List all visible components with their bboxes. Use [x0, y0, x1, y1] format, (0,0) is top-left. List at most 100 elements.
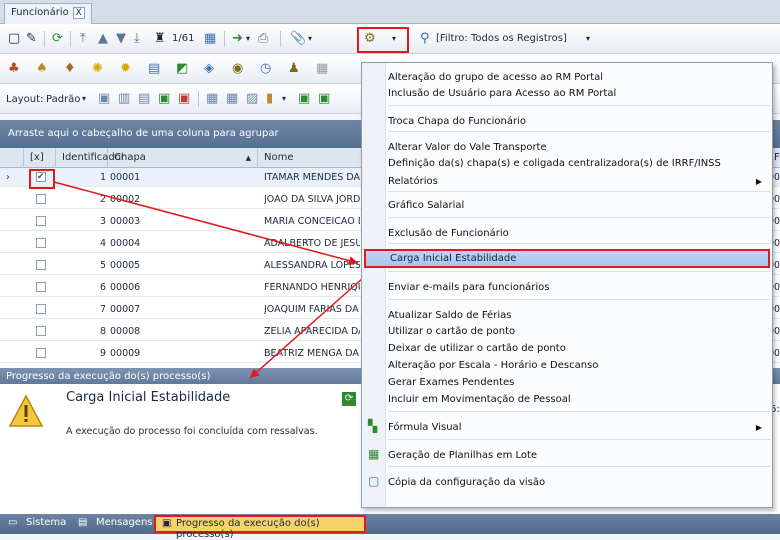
menu-item-vale-transporte[interactable]: Alterar Valor do Vale Transporte: [388, 139, 768, 156]
row-checkbox[interactable]: [36, 238, 46, 248]
collapse-icon[interactable]: ▣: [178, 91, 190, 107]
status-mensagens[interactable]: Mensagens: [96, 517, 153, 528]
last-record-icon[interactable]: ⤓: [134, 31, 140, 47]
expand-icon[interactable]: ▣: [158, 91, 170, 107]
new-record-icon[interactable]: ▢: [8, 31, 20, 47]
status-progresso: Progresso da execução do(s) processo(s): [176, 518, 320, 540]
filter-icon[interactable]: ⚲: [420, 31, 430, 47]
row-indicator-icon: [6, 278, 18, 297]
menu-item-deixar-cartao[interactable]: Deixar de utilizar o cartão de ponto: [388, 340, 768, 357]
export-dropdown-icon[interactable]: ▾: [246, 31, 250, 47]
layout-dropdown[interactable]: Padrão: [46, 94, 80, 105]
cell-chapa: 00004: [110, 238, 141, 249]
menu-item-label: Cópia da configuração da visão: [388, 477, 546, 488]
submenu-arrow-icon: ▶: [755, 177, 762, 186]
filter-dropdown[interactable]: [Filtro: Todos os Registros]: [436, 33, 567, 44]
cell-chapa: 00003: [110, 216, 141, 227]
row-checkbox[interactable]: [36, 304, 46, 314]
row-checkbox[interactable]: [36, 216, 46, 226]
menu-item-carga-inicial-estabilidade[interactable]: Carga Inicial Estabilidade: [364, 249, 770, 268]
row-indicator-icon: [6, 300, 18, 319]
menu-item-relatorios[interactable]: Relatórios ▶: [388, 173, 768, 190]
chart-dropdown-icon[interactable]: ▾: [282, 91, 286, 107]
edit-icon[interactable]: ✎: [26, 31, 37, 47]
row-checkbox[interactable]: [36, 194, 46, 204]
menu-item-definicao-chapas[interactable]: Definição da(s) chapa(s) e coligada cent…: [388, 155, 768, 172]
row-checkbox[interactable]: [36, 172, 46, 182]
row-indicator-icon: [6, 190, 18, 209]
menu-item-label: Fórmula Visual: [388, 422, 462, 433]
menu-separator: [388, 411, 770, 412]
toolbar-navigation: ▢ ✎ ⟳ ⤒ ▲ ▼ ⤓ ♜ 1/61 ▦ ➜ ▾ ⎙ 📎 ▾ ⚙ ▾ ⚲ […: [0, 24, 780, 54]
map-icon[interactable]: ◈: [204, 61, 214, 77]
refresh-icon[interactable]: ⟳: [52, 31, 63, 47]
menu-item-alterar-grupo-acesso[interactable]: Alteração do grupo de acesso ao RM Porta…: [388, 69, 768, 86]
sun-icon[interactable]: ✺: [92, 61, 103, 77]
people-icon[interactable]: ♣: [8, 61, 20, 77]
row-checkbox[interactable]: [36, 282, 46, 292]
person-icon[interactable]: ♟: [288, 61, 300, 77]
row-checkbox[interactable]: [36, 348, 46, 358]
menu-item-copia-configuracao[interactable]: Cópia da configuração da visão: [388, 474, 768, 491]
menu-item-movimentacao-pessoal[interactable]: Incluir em Movimentação de Pessoal: [388, 391, 768, 408]
attachment-icon[interactable]: 📎: [290, 31, 306, 47]
rows-icon[interactable]: ▤: [138, 91, 150, 107]
clock-icon[interactable]: ◷: [260, 61, 271, 77]
column-identificador[interactable]: Identificador: [56, 148, 125, 168]
image-icon[interactable]: ▨: [246, 91, 258, 107]
menu-item-planilhas-lote[interactable]: Geração de Planilhas em Lote: [388, 447, 768, 464]
previous-record-icon[interactable]: ▲: [98, 31, 108, 47]
layout-dropdown-icon[interactable]: ▾: [82, 91, 86, 107]
column-nome[interactable]: Nome: [258, 148, 362, 168]
menu-item-exclusao-funcionario[interactable]: Exclusão de Funcionário: [388, 225, 768, 242]
view-icon[interactable]: ▣: [298, 91, 310, 107]
cell-identificador: 7: [99, 304, 106, 315]
grid-icon[interactable]: ▦: [316, 61, 328, 77]
sum-icon[interactable]: ▦: [206, 91, 218, 107]
status-sistema[interactable]: Sistema: [26, 517, 66, 528]
first-record-icon[interactable]: ⤒: [80, 31, 86, 47]
menu-item-label: Carga Inicial Estabilidade: [390, 253, 517, 264]
find-icon[interactable]: ♜: [154, 31, 166, 47]
menu-item-inclusao-usuario[interactable]: Inclusão de Usuário para Acesso ao RM Po…: [388, 85, 768, 102]
menu-separator: [388, 217, 770, 218]
bar-chart-icon[interactable]: ▮: [266, 91, 273, 107]
menu-item-troca-chapa[interactable]: Troca Chapa do Funcionário: [388, 113, 768, 130]
refresh-progress-icon[interactable]: ⟳: [342, 392, 356, 406]
next-record-icon[interactable]: ▼: [116, 31, 126, 47]
close-icon[interactable]: X: [72, 7, 85, 19]
menu-item-grafico-salarial[interactable]: Gráfico Salarial: [388, 197, 768, 214]
star-icon[interactable]: ✹: [120, 61, 131, 77]
filter-dropdown-icon[interactable]: ▾: [586, 31, 590, 47]
menu-separator: [388, 243, 770, 244]
formula-icon[interactable]: ▦: [226, 91, 238, 107]
print-icon[interactable]: ⎙: [258, 31, 268, 47]
attachment-dropdown-icon[interactable]: ▾: [308, 31, 312, 47]
menu-item-alteracao-escala[interactable]: Alteração por Escala - Horário e Descans…: [388, 357, 768, 374]
book-icon[interactable]: ▤: [148, 61, 160, 77]
group-icon[interactable]: ♠: [36, 61, 48, 77]
row-checkbox[interactable]: [36, 326, 46, 336]
users-icon[interactable]: ◉: [232, 61, 243, 77]
layout-save-icon[interactable]: ▣: [98, 91, 110, 107]
column-chapa[interactable]: Chapa ▲: [108, 148, 258, 168]
menu-item-label: Utilizar o cartão de ponto: [388, 326, 516, 337]
tab-funcionario[interactable]: Funcionário X: [4, 3, 92, 24]
view-alt-icon[interactable]: ▣: [318, 91, 330, 107]
menu-item-enviar-emails[interactable]: Enviar e-mails para funcionários: [388, 279, 768, 296]
menu-item-exames-pendentes[interactable]: Gerar Exames Pendentes: [388, 374, 768, 391]
calendar-icon[interactable]: ▦: [204, 31, 216, 47]
chart-icon[interactable]: ◩: [176, 61, 188, 77]
team-icon[interactable]: ♦: [64, 61, 76, 77]
column-check[interactable]: [x]: [24, 148, 56, 168]
processes-dropdown-icon[interactable]: ▾: [392, 31, 396, 47]
menu-item-saldo-ferias[interactable]: Atualizar Saldo de Férias: [388, 307, 768, 324]
columns-icon[interactable]: ▥: [118, 91, 130, 107]
menu-item-formula-visual[interactable]: Fórmula Visual ▶: [388, 419, 768, 436]
export-icon[interactable]: ➜: [232, 31, 243, 47]
menu-item-utilizar-cartao[interactable]: Utilizar o cartão de ponto: [388, 323, 768, 340]
row-checkbox[interactable]: [36, 260, 46, 270]
status-bar: ▭ Sistema ▤ Mensagens ▣ Progresso da exe…: [0, 514, 780, 540]
status-progresso-tab[interactable]: ▣ Progresso da execução do(s) processo(s…: [154, 515, 366, 540]
processes-icon[interactable]: ⚙: [364, 31, 376, 47]
